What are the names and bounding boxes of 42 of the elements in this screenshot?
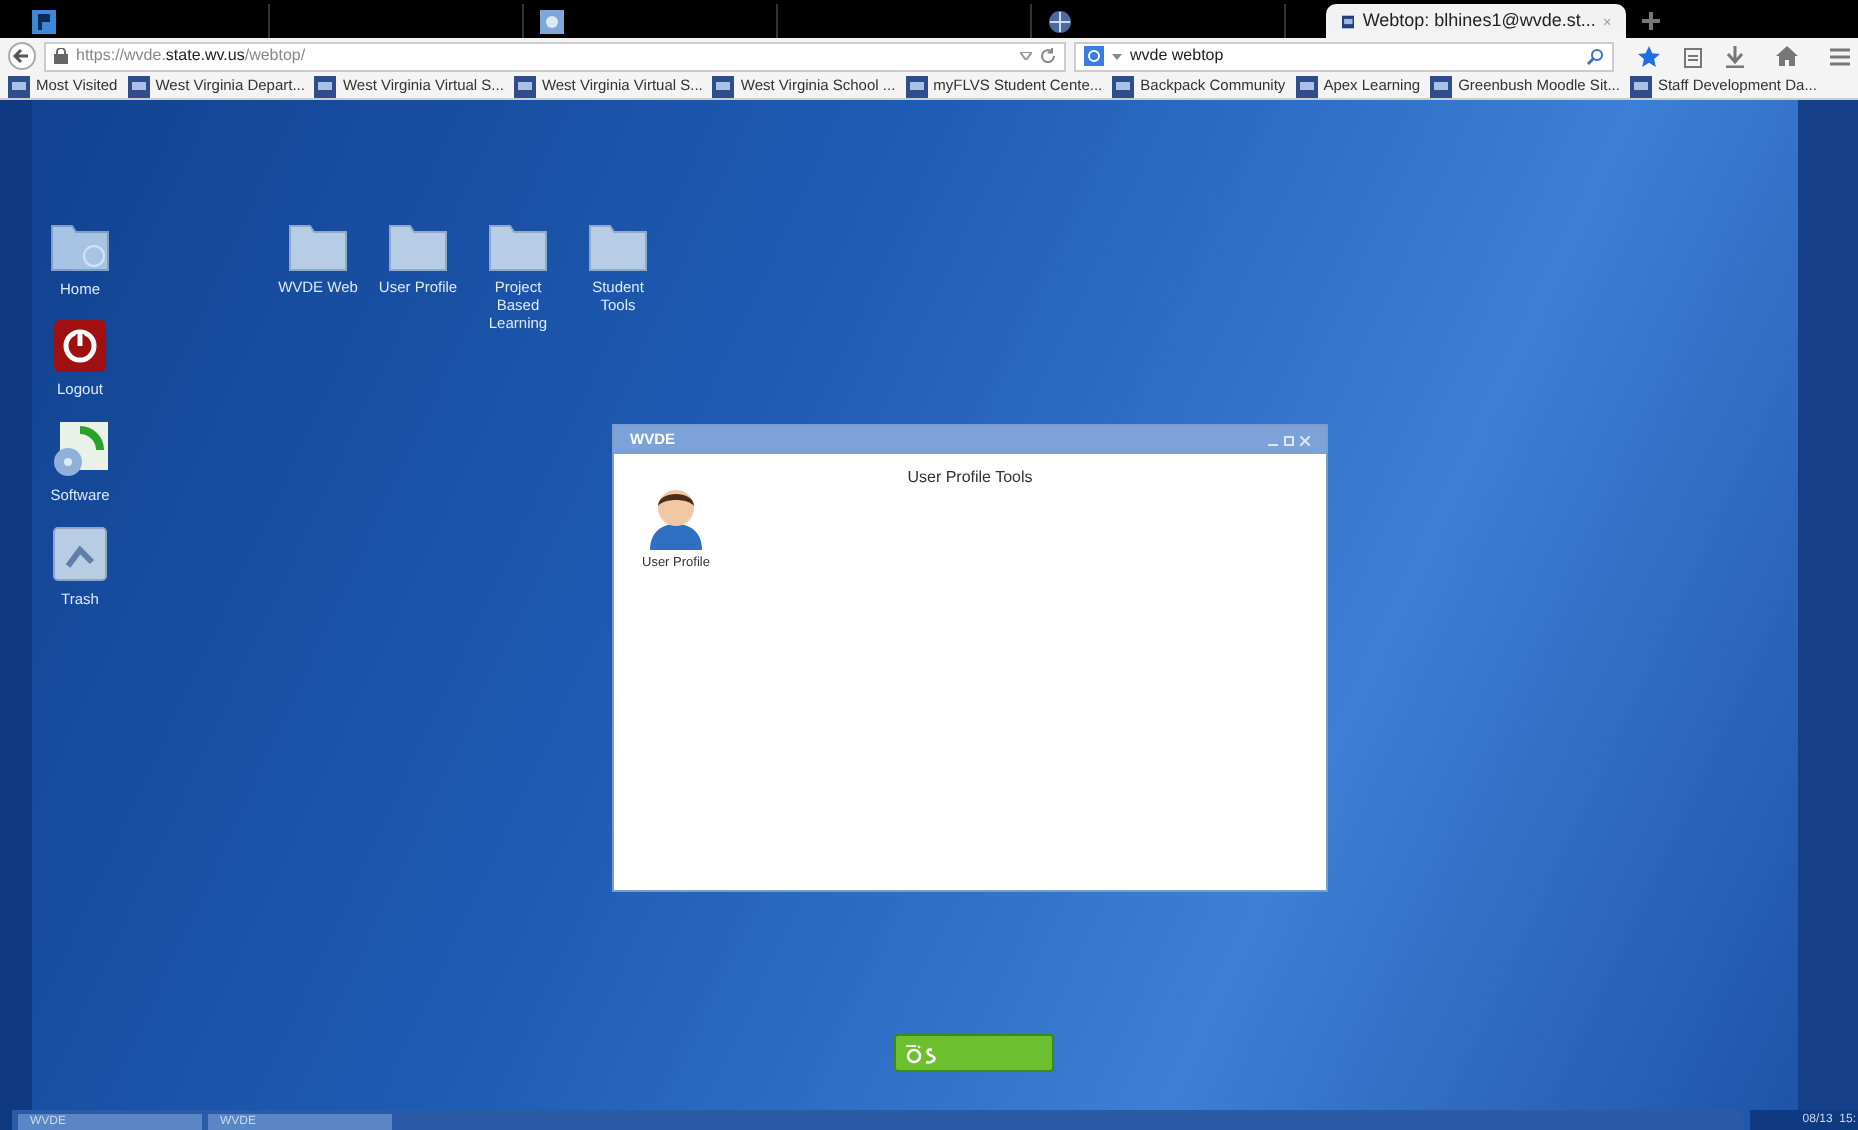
tab-favicon-icon [540, 9, 564, 33]
reload-icon[interactable] [1040, 48, 1056, 64]
address-field[interactable]: https://wvde.state.wv.us/webtop/ [44, 41, 1066, 71]
globe-icon [1048, 9, 1072, 33]
star-icon[interactable] [1638, 45, 1660, 67]
google-icon [1084, 46, 1104, 66]
power-icon [54, 320, 106, 373]
dropdown-icon[interactable] [1020, 52, 1032, 60]
clipboard-icon[interactable] [1684, 45, 1702, 67]
bookmark-favicon-icon [513, 75, 536, 97]
start-button[interactable] [894, 1034, 1054, 1072]
close-icon[interactable] [1603, 15, 1610, 27]
bookmark-favicon-icon [712, 75, 735, 97]
search-field[interactable]: wvde webtop [1074, 41, 1614, 71]
trash-icon [52, 525, 108, 582]
maximize-icon[interactable] [1284, 435, 1294, 445]
bookmark-favicon-icon [1629, 75, 1652, 97]
download-icon[interactable] [1726, 45, 1744, 67]
folder-icon [388, 220, 448, 272]
browser-tab[interactable]: Webtop: blhines1@wvde.st... [1326, 4, 1626, 38]
home-icon[interactable] [1776, 46, 1798, 66]
folder-icon [288, 220, 348, 272]
bookmark-favicon-icon [8, 75, 30, 97]
bookmark-favicon-icon [127, 75, 150, 97]
lock-icon [54, 48, 68, 64]
p-logo-icon [32, 9, 56, 33]
dropdown-icon[interactable] [1112, 53, 1122, 59]
bookmark-favicon-icon [1295, 75, 1318, 97]
menu-icon[interactable] [1830, 47, 1850, 65]
back-icon[interactable] [8, 42, 36, 70]
eyeos-logo-icon [904, 1042, 940, 1064]
bookmark-favicon-icon [1430, 75, 1453, 97]
software-icon [51, 421, 108, 477]
search-icon[interactable] [1586, 47, 1604, 65]
new-tab-icon[interactable] [1642, 12, 1660, 30]
folder-icon [488, 220, 548, 272]
folder-icon [588, 220, 648, 272]
bookmark-favicon-icon [1112, 75, 1135, 97]
bookmark-favicon-icon [314, 75, 337, 97]
bookmark-favicon-icon [905, 75, 928, 97]
window-heading: User Profile Tools [905, 466, 1035, 490]
folder-icon [50, 220, 110, 272]
